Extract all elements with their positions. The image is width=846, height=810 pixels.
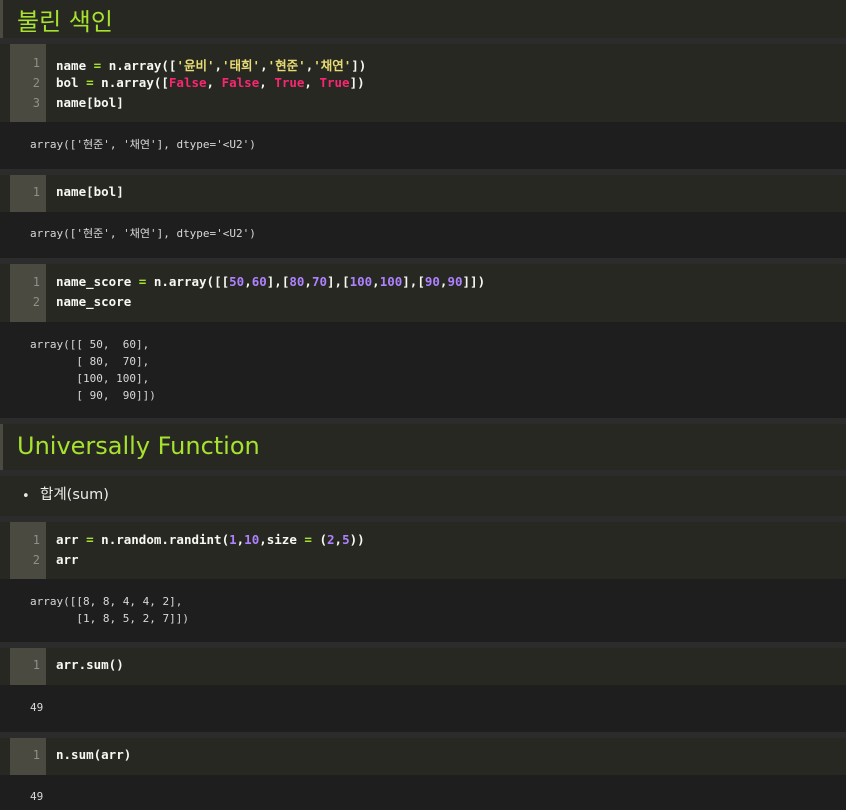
code-line: name = n.array(['윤비','태희','현준','채연']) <box>56 58 367 73</box>
output-text: array([[ 50, 60], [ 80, 70], [100, 100],… <box>30 338 156 402</box>
line-number-gutter: 1 <box>10 648 46 685</box>
output-text: 49 <box>30 701 44 714</box>
code-line: arr = n.random.randint(1,10,size = (2,5)… <box>56 532 365 547</box>
output-text: array([[8, 8, 4, 4, 2], [1, 8, 5, 2, 7]]… <box>30 595 189 625</box>
line-number: 1 <box>32 56 40 70</box>
heading-title: 불린 색인 <box>17 8 113 36</box>
code-line: n.sum(arr) <box>56 747 132 762</box>
code-line: name_score <box>56 294 132 309</box>
output-cell-6: 49 <box>0 775 846 810</box>
line-number: 2 <box>32 295 40 309</box>
output-cell-2: array(['현준', '채연'], dtype='<U2') <box>0 212 846 258</box>
line-number: 1 <box>32 533 40 547</box>
output-cell-4: array([[8, 8, 4, 4, 2], [1, 8, 5, 2, 7]]… <box>0 579 846 642</box>
code-cell-2[interactable]: 1 name[bol] <box>0 175 846 212</box>
output-cell-3: array([[ 50, 60], [ 80, 70], [100, 100],… <box>0 322 846 418</box>
bullet-text: 합계(sum) <box>40 487 109 503</box>
code-cell-4[interactable]: 1 2 arr = n.random.randint(1,10,size = (… <box>0 522 846 579</box>
line-number: 1 <box>32 658 40 672</box>
line-number-gutter: 1 2 <box>10 522 46 579</box>
line-number-gutter: 1 2 <box>10 264 46 322</box>
code-cell-1[interactable]: 1 2 3 name = n.array(['윤비','태희','현준','채연… <box>0 44 846 122</box>
line-number: 1 <box>32 185 40 199</box>
code-cell-6[interactable]: 1 n.sum(arr) <box>0 738 846 775</box>
line-number: 3 <box>32 96 40 110</box>
section-heading-boolean-index: 불린 색인 <box>0 0 846 38</box>
line-number: 2 <box>32 553 40 567</box>
code-cell-5[interactable]: 1 arr.sum() <box>0 648 846 685</box>
heading-title: Universally Function <box>17 432 260 460</box>
line-number: 1 <box>32 748 40 762</box>
line-number-gutter: 1 2 3 <box>10 44 46 122</box>
output-text: array(['현준', '채연'], dtype='<U2') <box>30 227 256 240</box>
code-line: arr.sum() <box>56 657 124 672</box>
bullet-marker: • <box>22 489 30 504</box>
code-line: name[bol] <box>56 184 124 199</box>
code-line: arr <box>56 552 79 567</box>
line-number-gutter: 1 <box>10 738 46 775</box>
code-line: bol = n.array([False, False, True, True]… <box>56 75 365 90</box>
output-cell-5: 49 <box>0 685 846 732</box>
code-line: name_score = n.array([[50,60],[80,70],[1… <box>56 274 486 289</box>
section-heading-ufunc: Universally Function <box>0 424 846 470</box>
code-cell-3[interactable]: 1 2 name_score = n.array([[50,60],[80,70… <box>0 264 846 322</box>
output-text: 49 <box>30 790 44 803</box>
output-cell-1: array(['현준', '채연'], dtype='<U2') <box>0 122 846 170</box>
markdown-cell-sum: • 합계(sum) <box>0 476 846 516</box>
line-number: 2 <box>32 76 40 90</box>
line-number-gutter: 1 <box>10 175 46 212</box>
line-number: 1 <box>32 275 40 289</box>
output-text: array(['현준', '채연'], dtype='<U2') <box>30 138 256 151</box>
code-line: name[bol] <box>56 95 124 110</box>
